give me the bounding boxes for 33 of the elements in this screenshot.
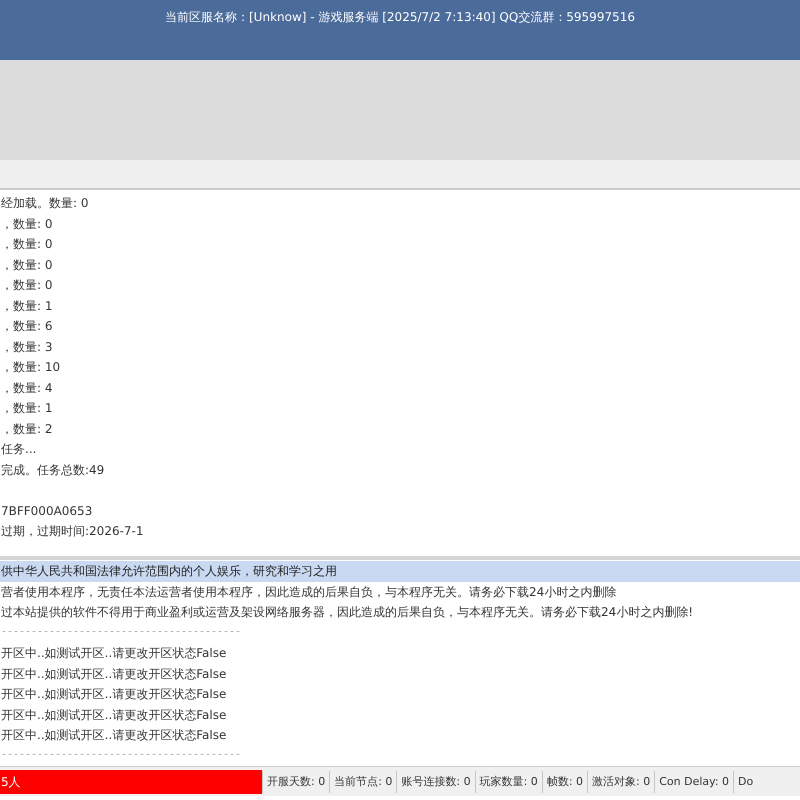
status-field: 激活对象: 0 [587,770,654,792]
status-field: 开服天数: 0 [262,770,330,792]
log-line: ，数量: 1 [0,400,52,417]
status-field: 帧数: 0 [542,770,588,792]
message-line[interactable]: 开区中..如测试开区..请更改开区状态False [0,664,226,684]
window-title: 当前区服名称：[Unknow] - 游戏服务端 [2025/7/2 7:13:40] QQ交流群：595997516 [165,9,635,25]
message-line[interactable]: 营者使用本程序，无责任本法运营者使用本程序，因此造成的后果自负，与本程序无关。请务必下载24小时之内删除 [0,582,616,602]
status-field: 当前节点: 0 [329,770,396,792]
status-message: 5人 [0,770,262,794]
log-line: ，数量: 0 [0,216,52,232]
status-field: Do [733,770,758,792]
log-line: 任务... [0,441,36,458]
log-line: 经加载。数量: 0 [0,195,88,212]
log-line: 7BFF000A0653 [0,502,92,520]
message-line[interactable]: 开区中..如测试开区..请更改开区状态False [0,725,226,746]
log-line: ，数量: 3 [0,338,52,356]
message-line[interactable]: 开区中..如测试开区..请更改开区状态False [0,643,226,664]
log-line: ，数量: 6 [0,318,52,335]
status-field: 账号连接数: 0 [396,770,475,792]
log-line: ，数量: 1 [0,298,52,314]
log-line: ，数量: 0 [0,277,52,294]
log-line: ，数量: 10 [0,359,60,376]
message-line[interactable]: 开区中..如测试开区..请更改开区状态False [0,704,226,725]
status-field: 玩家数量: 0 [474,770,542,792]
log-line: ，数量: 0 [0,256,52,274]
message-line[interactable]: 开区中..如测试开区..请更改开区状态False [0,684,226,704]
log-line: ，数量: 2 [0,420,52,438]
log-line: ，数量: 0 [0,236,52,253]
log-line: 过期，过期时间:2026-7-1 [0,523,144,540]
log-line: ，数量: 4 [0,380,52,396]
message-line[interactable]: 过本站提供的软件不得用于商业盈利或运营及架设网络服务器，因此造成的后果自负，与本程序无关。请务必下载24小时之内删除! [0,602,694,622]
status-field: Con Delay: 0 [654,770,734,792]
log-line: 完成。任务总数:49 [0,462,104,478]
